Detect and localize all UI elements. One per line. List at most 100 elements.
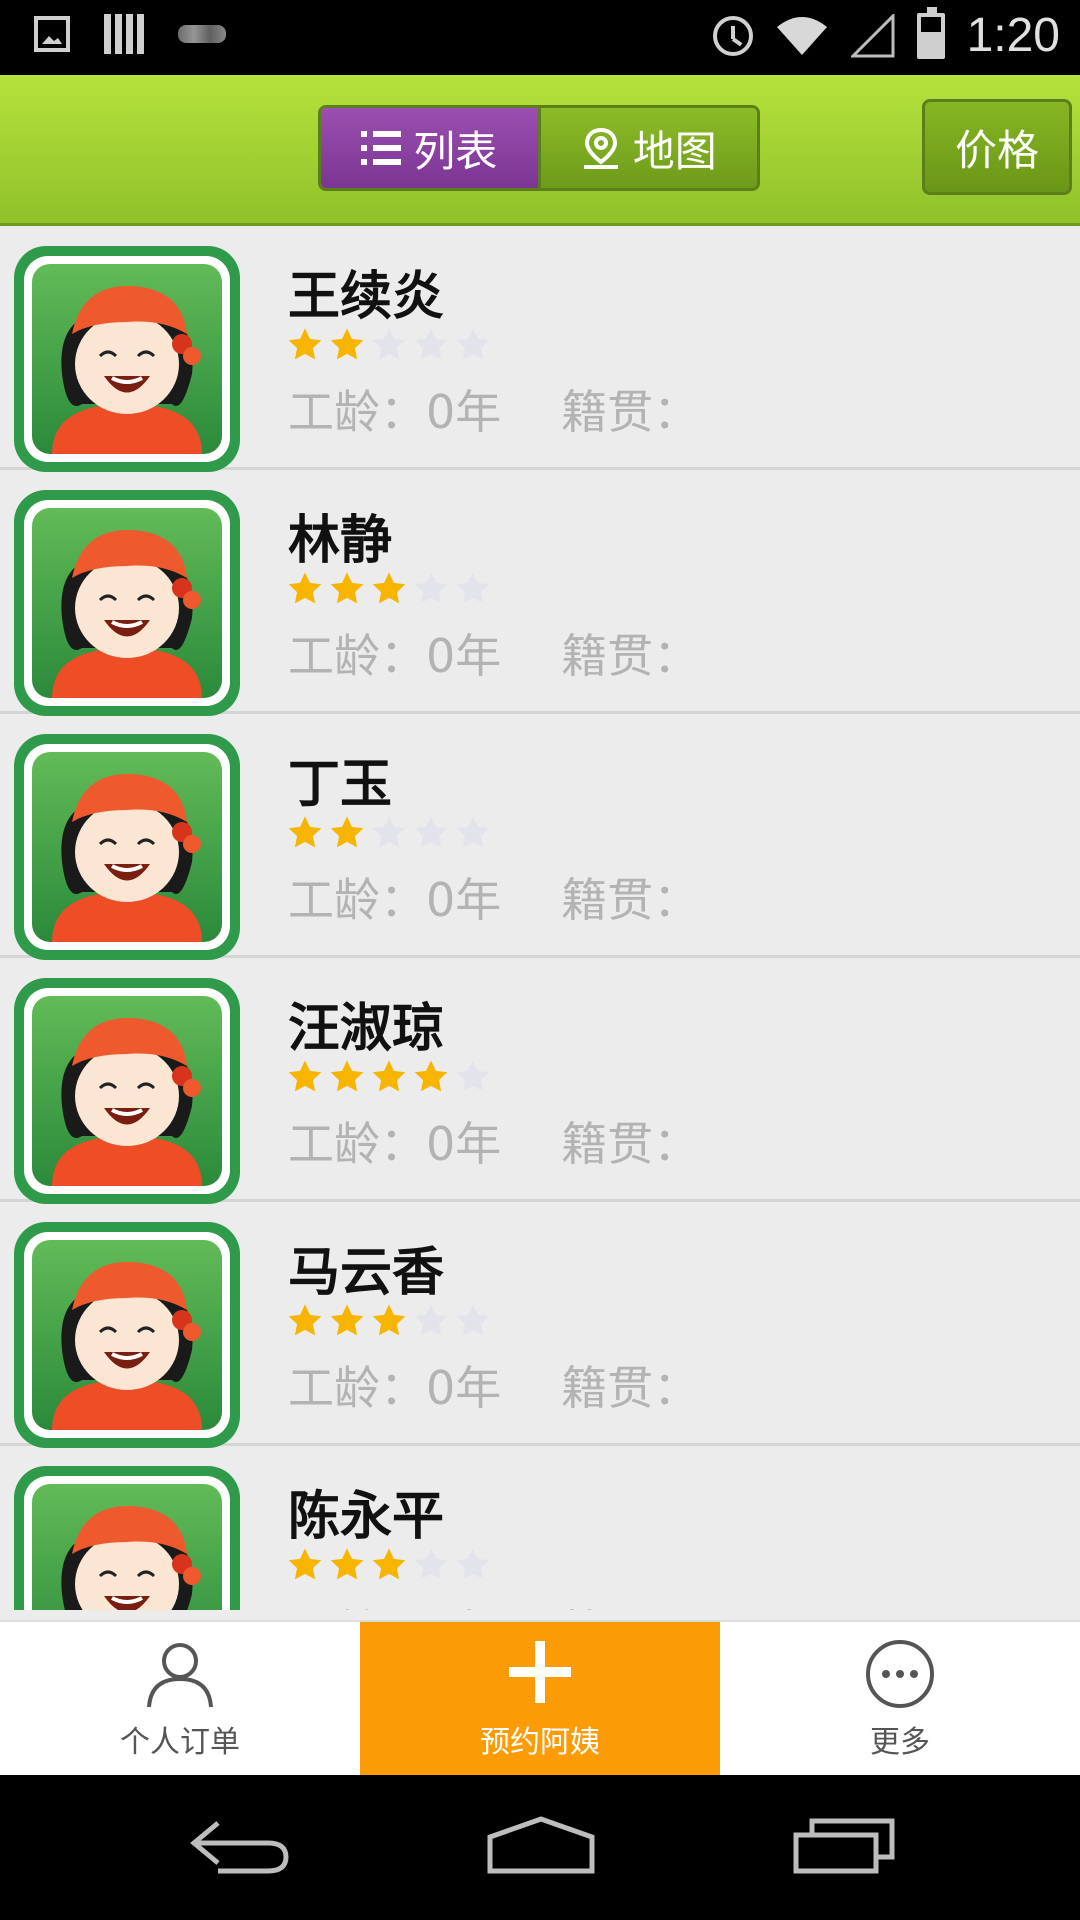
worker-meta: 工龄：0年 籍贯：: [288, 1352, 699, 1418]
map-pin-icon: [581, 126, 621, 170]
work-years-text: 工龄：0年: [288, 1605, 501, 1610]
star-empty-icon: [414, 1304, 448, 1336]
worker-meta: 工龄：0年 籍贯：: [288, 864, 699, 930]
star-empty-icon: [456, 1304, 490, 1336]
work-years-text: 工龄：0年: [288, 873, 502, 927]
wifi-icon: [775, 15, 829, 57]
worker-list-item[interactable]: 林静 工龄：0年 籍贯：: [0, 470, 1080, 716]
worker-meta: 工龄：0年 籍贯：: [288, 376, 699, 442]
star-filled-icon: [288, 1548, 322, 1580]
star-empty-icon: [414, 816, 448, 848]
star-filled-icon: [372, 1304, 406, 1336]
tab-my-orders[interactable]: 个人订单: [0, 1622, 360, 1777]
star-filled-icon: [330, 816, 364, 848]
worker-meta: 工龄：0年 籍贯：: [288, 1596, 699, 1610]
more-icon: [866, 1639, 934, 1708]
worker-list[interactable]: 王续炎 工龄：0年 籍贯： 林静 工龄：0年 籍贯： 丁玉 工龄：0年 籍贯： …: [0, 226, 1080, 1610]
worker-name: 王续炎: [288, 267, 445, 327]
worker-list-item[interactable]: 陈永平 工龄：0年 籍贯：: [0, 1446, 1080, 1610]
star-empty-icon: [414, 1548, 448, 1580]
star-filled-icon: [330, 1548, 364, 1580]
star-empty-icon: [372, 328, 406, 360]
price-sort-button[interactable]: 价格: [922, 99, 1072, 195]
view-toggle: 列表 地图: [318, 105, 760, 191]
star-filled-icon: [288, 572, 322, 604]
star-filled-icon: [288, 1060, 322, 1092]
star-empty-icon: [414, 328, 448, 360]
star-filled-icon: [288, 1304, 322, 1336]
star-filled-icon: [372, 1060, 406, 1092]
gallery-notification-icon: [34, 16, 70, 52]
hometown-text: 籍贯：: [561, 1117, 700, 1171]
list-icon: [361, 131, 402, 165]
tab-list[interactable]: 列表: [321, 108, 538, 188]
star-empty-icon: [456, 572, 490, 604]
star-empty-icon: [456, 1060, 490, 1092]
auntie-avatar-icon: [32, 1484, 222, 1610]
worker-rating: [286, 1546, 492, 1584]
work-years-text: 工龄：0年: [288, 1361, 502, 1415]
star-filled-icon: [330, 572, 364, 604]
hometown-text: 籍贯：: [561, 1361, 700, 1415]
worker-meta: 工龄：0年 籍贯：: [288, 1108, 699, 1174]
worker-name: 陈永平: [288, 1487, 445, 1547]
worker-name: 林静: [288, 511, 393, 571]
tab-map-label: 地图: [632, 126, 717, 176]
auntie-avatar-icon: [32, 508, 222, 698]
app-header: 列表 地图 价格: [0, 75, 1080, 226]
worker-rating: [286, 814, 492, 852]
work-years-text: 工龄：0年: [288, 385, 502, 439]
status-bar: 1:20: [0, 0, 1080, 75]
tab-book-auntie[interactable]: 预约阿姨: [360, 1622, 720, 1777]
work-years-text: 工龄：0年: [288, 629, 502, 683]
worker-list-item[interactable]: 马云香 工龄：0年 籍贯：: [0, 1202, 1080, 1448]
star-filled-icon: [288, 816, 322, 848]
worker-name: 汪淑琼: [288, 999, 445, 1059]
hometown-text: 籍贯：: [561, 873, 700, 927]
auntie-avatar-icon: [32, 752, 222, 942]
star-filled-icon: [414, 1060, 448, 1092]
star-filled-icon: [372, 1548, 406, 1580]
recents-icon[interactable]: [792, 1815, 896, 1875]
worker-name: 丁玉: [288, 755, 393, 815]
plus-icon: [509, 1640, 571, 1703]
worker-rating: [286, 1302, 492, 1340]
hometown-text: 籍贯：: [561, 385, 700, 439]
worker-avatar: [14, 1222, 240, 1448]
home-icon[interactable]: [486, 1815, 596, 1875]
hometown-text: 籍贯：: [561, 1605, 699, 1610]
star-filled-icon: [372, 572, 406, 604]
star-filled-icon: [330, 1060, 364, 1092]
worker-avatar: [14, 978, 240, 1204]
back-icon[interactable]: [188, 1815, 292, 1875]
tab-more[interactable]: 更多: [720, 1622, 1080, 1777]
star-empty-icon: [414, 572, 448, 604]
signal-icon: [850, 13, 895, 57]
star-empty-icon: [372, 816, 406, 848]
worker-rating: [286, 1058, 492, 1096]
worker-avatar: [14, 490, 240, 716]
clock-time: 1:20: [966, 9, 1060, 62]
battery-icon: [916, 6, 945, 59]
worker-name: 马云香: [288, 1243, 445, 1303]
worker-list-item[interactable]: 王续炎 工龄：0年 籍贯：: [0, 226, 1080, 472]
alarm-icon: [712, 15, 753, 56]
tab-my-orders-label: 个人订单: [120, 1724, 240, 1760]
star-filled-icon: [330, 328, 364, 360]
worker-rating: [286, 570, 492, 608]
worker-list-item[interactable]: 汪淑琼 工龄：0年 籍贯：: [0, 958, 1080, 1204]
tab-book-auntie-label: 预约阿姨: [480, 1724, 600, 1760]
star-empty-icon: [456, 816, 490, 848]
star-empty-icon: [456, 328, 490, 360]
tab-list-label: 列表: [413, 126, 498, 176]
tab-map[interactable]: 地图: [537, 108, 757, 188]
worker-meta: 工龄：0年 籍贯：: [288, 620, 699, 686]
star-filled-icon: [330, 1304, 364, 1336]
system-nav-bar: [0, 1775, 1080, 1920]
worker-list-item[interactable]: 丁玉 工龄：0年 籍贯：: [0, 714, 1080, 960]
tab-more-label: 更多: [870, 1724, 930, 1760]
star-filled-icon: [288, 328, 322, 360]
worker-avatar: [14, 734, 240, 960]
worker-avatar: [14, 246, 240, 472]
bottom-tab-bar: 个人订单 预约阿姨 更多: [0, 1620, 1080, 1777]
